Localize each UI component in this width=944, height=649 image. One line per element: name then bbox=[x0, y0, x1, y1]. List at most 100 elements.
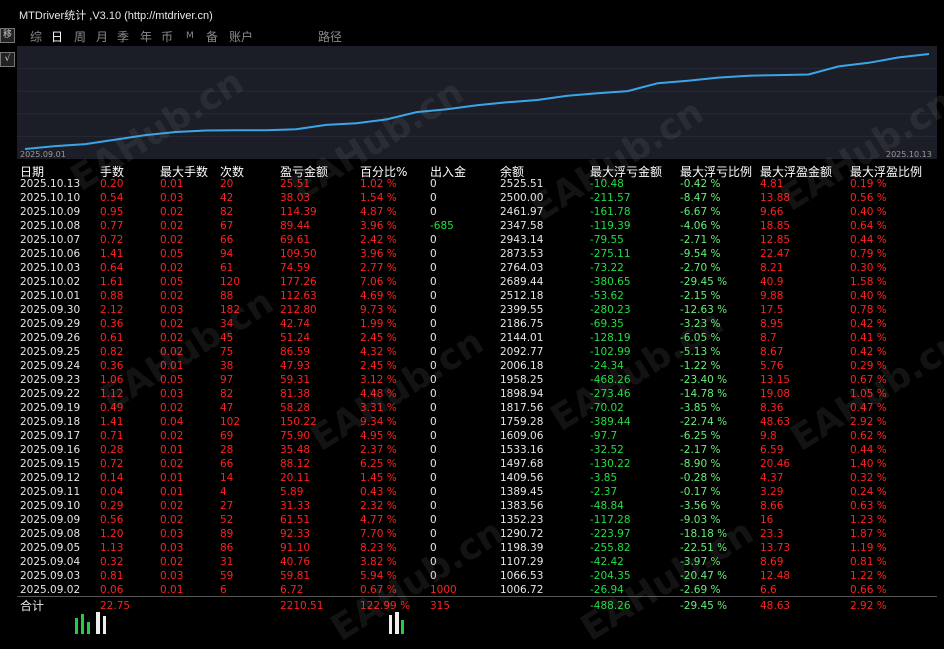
table-row[interactable]: 2025.09.24 0.36 0.01 38 47.93 2.45 % 0 2006.18 -… bbox=[0, 359, 944, 373]
cell-lots: 1.06 bbox=[100, 374, 124, 386]
cell-mfpp: 1.23 % bbox=[850, 514, 887, 526]
table-row[interactable]: 2025.10.10 0.54 0.03 42 38.03 1.54 % 0 2500.00 -… bbox=[0, 191, 944, 205]
tab-0[interactable]: 综 bbox=[30, 28, 42, 45]
cell-mflp: -6.67 % bbox=[680, 206, 721, 218]
table-row[interactable]: 2025.09.17 0.71 0.02 69 75.90 4.95 % 0 1609.06 -… bbox=[0, 429, 944, 443]
cell-date: 2025.09.16 bbox=[20, 444, 81, 456]
cell-pnl: 59.31 bbox=[280, 374, 311, 386]
cell-mfp: 13.88 bbox=[760, 192, 791, 204]
cell-pnl: 5.89 bbox=[280, 486, 304, 498]
cell-mflp: -5.13 % bbox=[680, 346, 721, 358]
cell-mfl: -10.48 bbox=[590, 178, 624, 190]
cell-mflp: -1.22 % bbox=[680, 360, 721, 372]
cell-date: 2025.09.15 bbox=[20, 458, 81, 470]
cell-mfl: -130.22 bbox=[590, 458, 631, 470]
cell-pnl: 25.51 bbox=[280, 178, 311, 190]
table-row[interactable]: 2025.09.15 0.72 0.02 66 88.12 6.25 % 0 1497.68 -… bbox=[0, 457, 944, 471]
tab-3[interactable]: 月 bbox=[96, 28, 108, 45]
cell-pct: 1.54 % bbox=[360, 192, 397, 204]
table-row[interactable]: 2025.09.09 0.56 0.02 52 61.51 4.77 % 0 1352.23 -… bbox=[0, 513, 944, 527]
cell-mfl: -204.35 bbox=[590, 570, 631, 582]
table-row[interactable]: 2025.10.09 0.95 0.02 82 114.39 4.87 % 0 2461.97… bbox=[0, 205, 944, 219]
cell-mfpp: 0.56 % bbox=[850, 192, 887, 204]
table-row[interactable]: 2025.09.11 0.04 0.01 4 5.89 0.43 % 0 1389.45 -2.… bbox=[0, 485, 944, 499]
cell-date: 2025.10.02 bbox=[20, 276, 81, 288]
cell-inout: 0 bbox=[430, 486, 437, 498]
cell-max-lots: 0.02 bbox=[160, 262, 184, 274]
cell-mfp: 9.66 bbox=[760, 206, 784, 218]
cell-pct: 6.25 % bbox=[360, 458, 397, 470]
table-row[interactable]: 2025.10.13 0.20 0.01 20 25.51 1.02 % 0 2525.51 -… bbox=[0, 177, 944, 191]
table-row[interactable]: 2025.09.08 1.20 0.03 89 92.33 7.70 % 0 1290.72 -… bbox=[0, 527, 944, 541]
table-row[interactable]: 2025.09.10 0.29 0.02 27 31.33 2.32 % 0 1383.56 -… bbox=[0, 499, 944, 513]
cell-mfpp: 0.29 % bbox=[850, 360, 887, 372]
table-row[interactable]: 2025.09.19 0.49 0.02 47 58.28 3.31 % 0 1817.56 -… bbox=[0, 401, 944, 415]
cell-trades: 6 bbox=[220, 584, 227, 596]
table-row[interactable]: 2025.10.01 0.88 0.02 88 112.63 4.69 % 0 2512.18… bbox=[0, 289, 944, 303]
cell-inout: 0 bbox=[430, 388, 437, 400]
cell-inout: 0 bbox=[430, 374, 437, 386]
cell-pct: 4.48 % bbox=[360, 388, 397, 400]
cell-max-lots: 0.05 bbox=[160, 248, 184, 260]
cell-inout: 0 bbox=[430, 318, 437, 330]
table-row[interactable]: 2025.09.26 0.61 0.02 45 51.24 2.45 % 0 2144.01 -… bbox=[0, 331, 944, 345]
cell-lots: 1.41 bbox=[100, 416, 124, 428]
cell-mfp: 12.48 bbox=[760, 570, 791, 582]
table-row[interactable]: 2025.09.02 0.06 0.01 6 6.72 0.67 % 1000 1006.72… bbox=[0, 583, 944, 597]
table-row[interactable]: 2025.09.29 0.36 0.02 34 42.74 1.99 % 0 2186.75 -… bbox=[0, 317, 944, 331]
cell-mfl: -73.22 bbox=[590, 262, 624, 274]
cell-mfl: -97.7 bbox=[590, 430, 618, 442]
cell-trades: 42 bbox=[220, 192, 234, 204]
tab-7[interactable]: M bbox=[186, 31, 194, 41]
cell-inout: -685 bbox=[430, 220, 454, 232]
table-row[interactable]: 2025.09.30 2.12 0.03 182 212.80 9.73 % 0 2399.5… bbox=[0, 303, 944, 317]
tab-8[interactable]: 备 bbox=[206, 28, 218, 45]
cell-balance: 1290.72 bbox=[500, 528, 544, 540]
tab-5[interactable]: 年 bbox=[140, 28, 152, 45]
cell-max-lots: 0.01 bbox=[160, 472, 184, 484]
cell-trades: 52 bbox=[220, 514, 234, 526]
cell-lots: 0.88 bbox=[100, 290, 124, 302]
table-row[interactable]: 2025.09.12 0.14 0.01 14 20.11 1.45 % 0 1409.56 -… bbox=[0, 471, 944, 485]
tab-1[interactable]: 日 bbox=[51, 28, 63, 45]
path-tab[interactable]: 路径 bbox=[318, 28, 342, 45]
table-row[interactable]: 2025.09.18 1.41 0.04 102 150.22 9.34 % 0 1759.2… bbox=[0, 415, 944, 429]
cell-mfl: -102.99 bbox=[590, 346, 631, 358]
table-row[interactable]: 2025.09.16 0.28 0.01 28 35.48 2.37 % 0 1533.16 -… bbox=[0, 443, 944, 457]
tab-4[interactable]: 季 bbox=[117, 28, 129, 45]
table-row[interactable]: 2025.09.25 0.82 0.02 75 86.59 4.32 % 0 2092.77 -… bbox=[0, 345, 944, 359]
total-row: 合计 22.75 2210.51 122.99 % 315 -488.26 -2… bbox=[0, 599, 944, 613]
table-row[interactable]: 2025.09.23 1.06 0.05 97 59.31 3.12 % 0 1958.25 -… bbox=[0, 373, 944, 387]
table-row[interactable]: 2025.09.05 1.13 0.03 86 91.10 8.23 % 0 1198.39 -… bbox=[0, 541, 944, 555]
cell-date: 2025.09.19 bbox=[20, 402, 81, 414]
tab-6[interactable]: 币 bbox=[161, 28, 173, 45]
table-row[interactable]: 2025.10.02 1.61 0.05 120 177.26 7.06 % 0 2689.4… bbox=[0, 275, 944, 289]
table-row[interactable]: 2025.10.06 1.41 0.05 94 109.50 3.96 % 0 2873.53… bbox=[0, 247, 944, 261]
cell-max-lots: 0.05 bbox=[160, 276, 184, 288]
table-row[interactable]: 2025.10.07 0.72 0.02 66 69.61 2.42 % 0 2943.14 -… bbox=[0, 233, 944, 247]
move-button[interactable]: 移 bbox=[0, 28, 15, 43]
cell-trades: 82 bbox=[220, 388, 234, 400]
table-row[interactable]: 2025.09.03 0.81 0.03 59 59.81 5.94 % 0 1066.53 -… bbox=[0, 569, 944, 583]
cell-mflp: -2.17 % bbox=[680, 444, 721, 456]
table-row[interactable]: 2025.10.03 0.64 0.02 61 74.59 2.77 % 0 2764.03 -… bbox=[0, 261, 944, 275]
cell-date: 2025.10.13 bbox=[20, 178, 81, 190]
table-row[interactable]: 2025.09.22 1.12 0.03 82 81.38 4.48 % 0 1898.94 -… bbox=[0, 387, 944, 401]
cell-trades: 120 bbox=[220, 276, 241, 288]
cell-mfl: -2.37 bbox=[590, 486, 618, 498]
cell-inout: 0 bbox=[430, 472, 437, 484]
cell-max-lots: 0.03 bbox=[160, 542, 184, 554]
table-row[interactable]: 2025.09.04 0.32 0.02 31 40.76 3.82 % 0 1107.29 -… bbox=[0, 555, 944, 569]
cell-mfp: 8.66 bbox=[760, 500, 784, 512]
cell-mfl: -117.28 bbox=[590, 514, 631, 526]
cell-mflp: -4.06 % bbox=[680, 220, 721, 232]
tab-2[interactable]: 周 bbox=[74, 28, 86, 45]
cell-mflp: -18.18 % bbox=[680, 528, 728, 540]
table-row[interactable]: 2025.10.08 0.77 0.02 67 89.44 3.96 % -685 2347.… bbox=[0, 219, 944, 233]
check-button[interactable]: √ bbox=[0, 52, 15, 67]
cell-date: 2025.09.02 bbox=[20, 584, 81, 596]
cell-mfl: -161.78 bbox=[590, 206, 631, 218]
cell-mfp: 3.29 bbox=[760, 486, 784, 498]
cell-balance: 1958.25 bbox=[500, 374, 544, 386]
tab-9[interactable]: 账户 bbox=[229, 28, 253, 45]
